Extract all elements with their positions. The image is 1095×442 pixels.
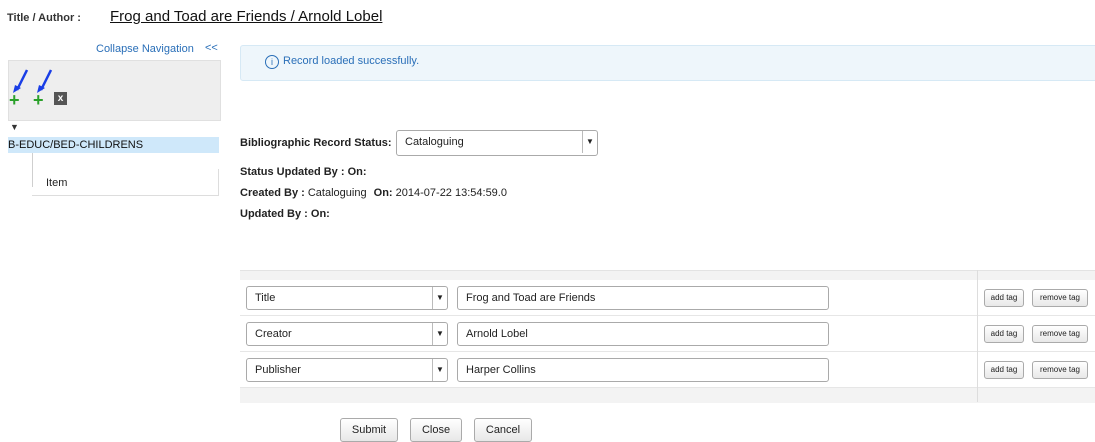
add-plus-icon[interactable]: + <box>9 91 20 109</box>
tag-select-value: Publisher <box>255 364 301 376</box>
created-by-label: Created By : <box>240 187 305 199</box>
created-by-line: Created By : Cataloguing On: 2014-07-22 … <box>240 187 507 199</box>
alert-message: Record loaded successfully. <box>283 55 420 67</box>
tag-select[interactable]: Creator ▼ <box>246 322 448 346</box>
table-row: Creator ▼ Arnold Lobel add tag remove ta… <box>240 316 1095 352</box>
dropdown-arrow-icon: ▼ <box>432 323 447 345</box>
tag-value-input[interactable]: Arnold Lobel <box>457 322 829 346</box>
title-author-value: Frog and Toad are Friends / Arnold Lobel <box>110 8 383 25</box>
remove-tag-button[interactable]: remove tag <box>1032 289 1088 307</box>
remove-tag-button[interactable]: remove tag <box>1032 325 1088 343</box>
dropdown-arrow-icon: ▼ <box>432 359 447 381</box>
tag-value-text: Harper Collins <box>466 364 536 376</box>
delete-x-icon[interactable]: x <box>54 92 67 105</box>
tree-node-selected[interactable]: B-EDUC/BED-CHILDRENS <box>8 137 219 153</box>
dropdown-arrow-icon: ▼ <box>432 287 447 309</box>
created-by-value: Cataloguing <box>307 187 367 199</box>
dropdown-arrow-icon: ▼ <box>582 131 597 153</box>
tag-select[interactable]: Publisher ▼ <box>246 358 448 382</box>
record-status-label: Bibliographic Record Status: <box>240 137 392 149</box>
column-divider <box>977 270 978 402</box>
collapse-arrows-icon[interactable]: << <box>205 42 218 54</box>
status-updated-line: Status Updated By : On: <box>240 166 367 178</box>
tree-item-item[interactable]: Item <box>46 177 67 189</box>
add-tag-button[interactable]: add tag <box>984 289 1024 307</box>
created-on-value: 2014-07-22 13:54:59.0 <box>395 187 507 199</box>
updated-on-label: On: <box>310 208 330 220</box>
updated-by-line: Updated By : On: <box>240 208 330 220</box>
add-tag-button[interactable]: add tag <box>984 361 1024 379</box>
info-icon: i <box>265 55 279 69</box>
tag-select-value: Title <box>255 292 276 304</box>
updated-by-label: Updated By : <box>240 208 308 220</box>
tree-expand-caret-icon[interactable]: ▼ <box>10 122 19 132</box>
tag-value-text: Frog and Toad are Friends <box>466 292 596 304</box>
add-tag-button[interactable]: add tag <box>984 325 1024 343</box>
tag-select-value: Creator <box>255 328 292 340</box>
tag-value-input[interactable]: Frog and Toad are Friends <box>457 286 829 310</box>
close-button[interactable]: Close <box>410 418 462 442</box>
created-on-label: On: <box>373 187 393 199</box>
collapse-navigation-link[interactable]: Collapse Navigation <box>96 43 194 55</box>
status-updated-label: Status Updated By : <box>240 166 345 178</box>
cancel-button[interactable]: Cancel <box>474 418 532 442</box>
title-author-label: Title / Author : <box>7 12 81 24</box>
tag-value-text: Arnold Lobel <box>466 328 528 340</box>
record-status-select[interactable]: Cataloguing ▼ <box>396 130 598 156</box>
tag-value-input[interactable]: Harper Collins <box>457 358 829 382</box>
tag-select[interactable]: Title ▼ <box>246 286 448 310</box>
status-updated-on-label: On: <box>347 166 367 178</box>
table-row: Publisher ▼ Harper Collins add tag remov… <box>240 352 1095 388</box>
remove-tag-button[interactable]: remove tag <box>1032 361 1088 379</box>
add-plus-icon[interactable]: + <box>33 91 44 109</box>
submit-button[interactable]: Submit <box>340 418 398 442</box>
record-status-value: Cataloguing <box>405 136 464 148</box>
table-row: Title ▼ Frog and Toad are Friends add ta… <box>240 280 1095 316</box>
